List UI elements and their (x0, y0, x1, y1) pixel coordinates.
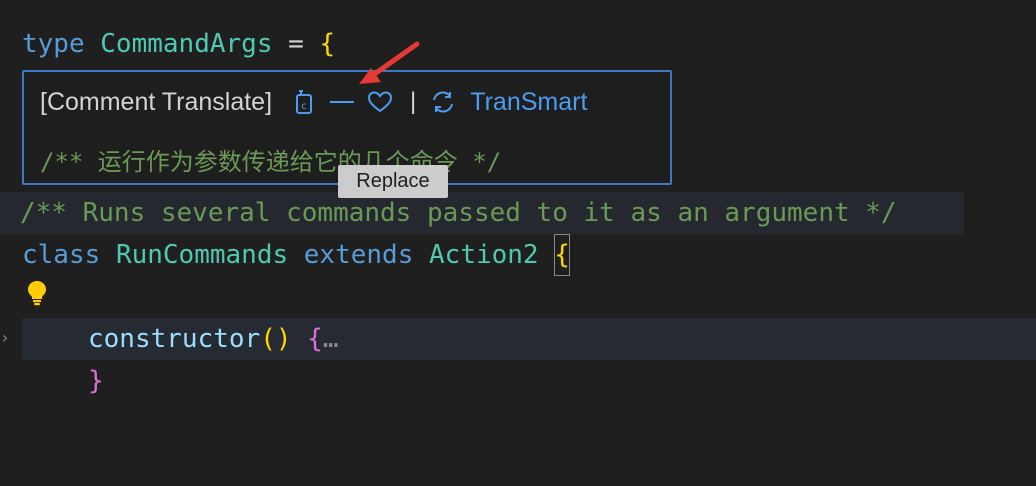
transmart-link[interactable]: TranSmart (430, 88, 587, 117)
annotation-arrow-icon (359, 41, 420, 84)
code-line-1: type CommandArgs = { (0, 23, 1036, 65)
popup-header: [Comment Translate] c | TranSmart (40, 86, 587, 118)
folded-ellipsis[interactable]: … (323, 324, 339, 354)
heart-icon (368, 91, 393, 113)
keyword-extends: extends (303, 240, 414, 270)
fold-chevron-icon[interactable]: › (0, 328, 10, 348)
open-brace: { (307, 324, 323, 354)
collapse-button[interactable] (328, 87, 356, 117)
replace-icon: c (296, 90, 313, 114)
replace-button[interactable]: c (290, 87, 318, 117)
close-brace: } (88, 366, 104, 396)
type-name: CommandArgs (100, 29, 273, 59)
header-separator: | (410, 88, 417, 115)
keyword-type: type (22, 29, 85, 59)
svg-text:c: c (301, 101, 307, 112)
matched-brace: { (554, 234, 570, 276)
doc-comment: /** Runs several commands passed to it a… (20, 198, 897, 228)
parens: () (260, 324, 292, 354)
transmart-label: TranSmart (470, 87, 588, 116)
open-brace: { (319, 29, 336, 59)
favorite-button[interactable] (366, 87, 394, 117)
refresh-icon (433, 91, 454, 113)
code-line-class: class RunCommands extends Action2 { (0, 234, 1036, 276)
constructor-name: constructor (88, 324, 261, 354)
code-line-close: } (0, 360, 1036, 402)
replace-tooltip: Replace (338, 165, 448, 198)
lightbulb-icon[interactable] (26, 279, 48, 307)
code-line-comment: /** Runs several commands passed to it a… (0, 192, 964, 234)
keyword-class: class (22, 240, 101, 270)
equals-sign: = (288, 29, 304, 59)
class-name: RunCommands (115, 240, 289, 270)
code-editor[interactable]: type CommandArgs = { /** Runs several co… (0, 0, 1036, 428)
base-class-name: Action2 (429, 240, 539, 270)
code-line-constructor: constructor() {… (22, 318, 1036, 360)
popup-title: [Comment Translate] (40, 87, 273, 116)
minus-icon (330, 101, 355, 103)
